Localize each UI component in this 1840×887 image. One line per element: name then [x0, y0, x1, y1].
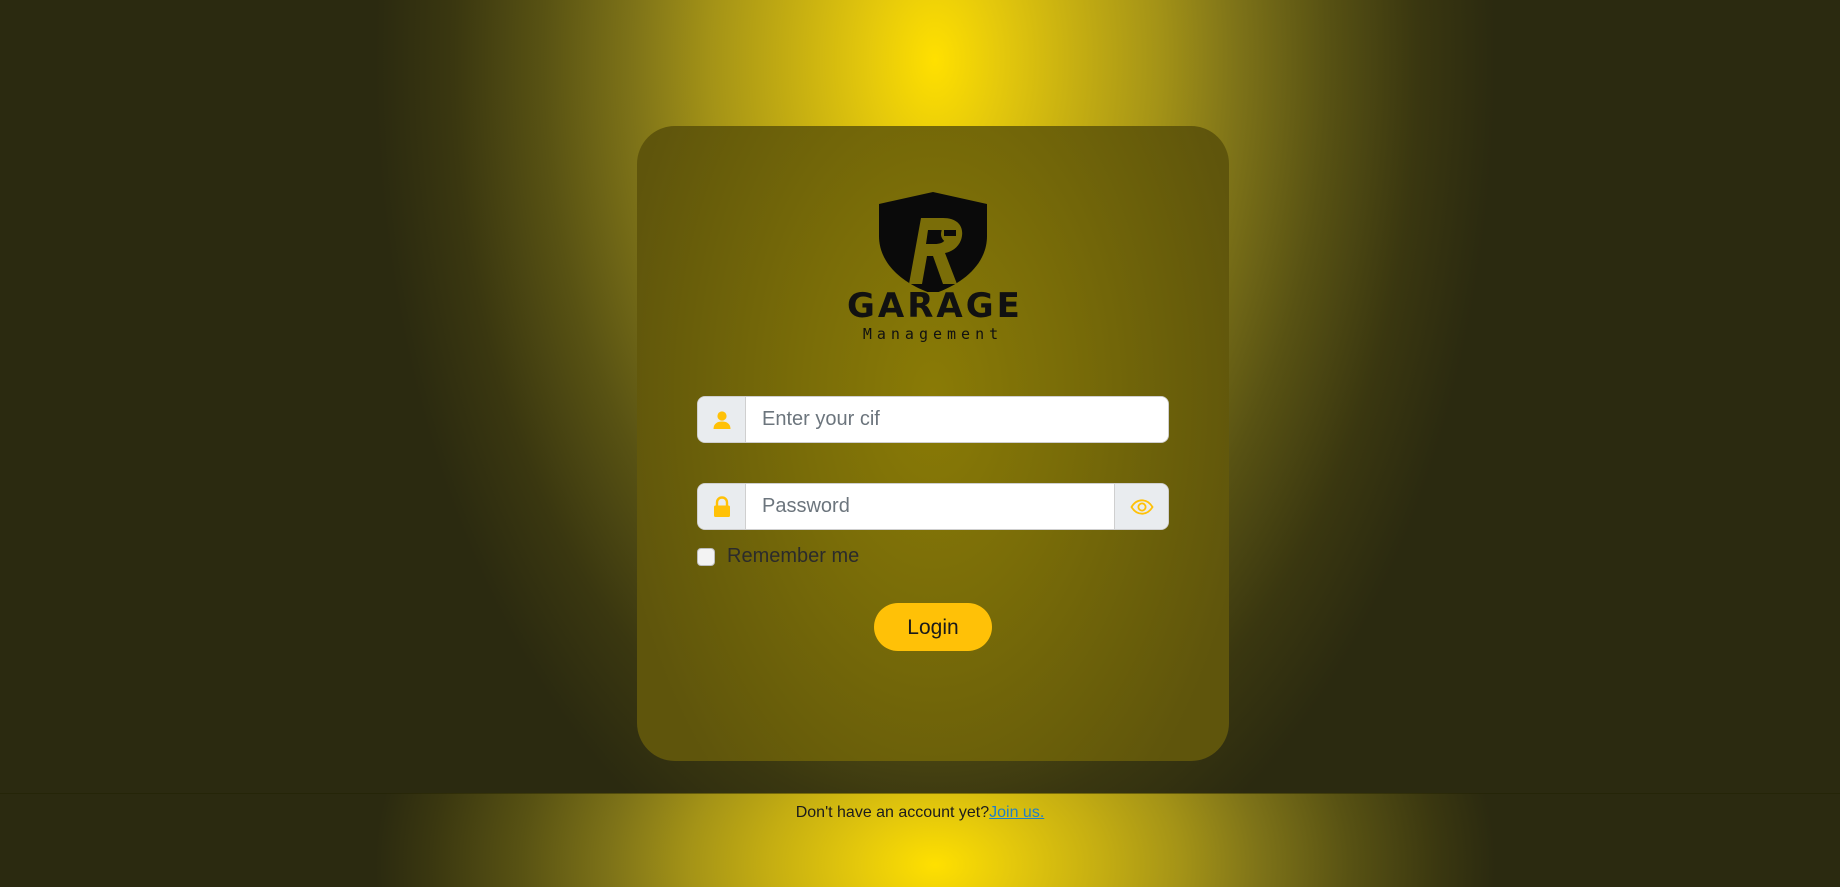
remember-me-label[interactable]: Remember me — [727, 545, 859, 568]
shield-wrench-logo-icon — [879, 192, 987, 292]
brand-subtitle: Management — [862, 325, 1004, 343]
user-icon — [698, 397, 746, 442]
join-us-link[interactable]: Join us. — [989, 804, 1044, 821]
cif-input[interactable] — [746, 397, 1168, 442]
lock-icon — [698, 484, 746, 529]
login-button[interactable]: Login — [874, 603, 992, 651]
login-card: GARAGE Management Remember me — [637, 126, 1229, 761]
remember-me: Remember me — [697, 545, 859, 568]
footer: Don't have an account yet?Join us. — [0, 804, 1840, 822]
brand-name: GARAGE — [847, 286, 1023, 326]
eye-icon[interactable] — [1114, 484, 1168, 529]
footer-divider — [0, 793, 1840, 794]
footer-prompt: Don't have an account yet? — [795, 804, 990, 821]
remember-me-checkbox[interactable] — [697, 547, 715, 566]
garage-logo: GARAGE Management — [847, 192, 1023, 362]
password-input[interactable] — [746, 484, 1114, 529]
cif-input-group — [697, 396, 1169, 443]
password-input-group — [697, 483, 1169, 530]
